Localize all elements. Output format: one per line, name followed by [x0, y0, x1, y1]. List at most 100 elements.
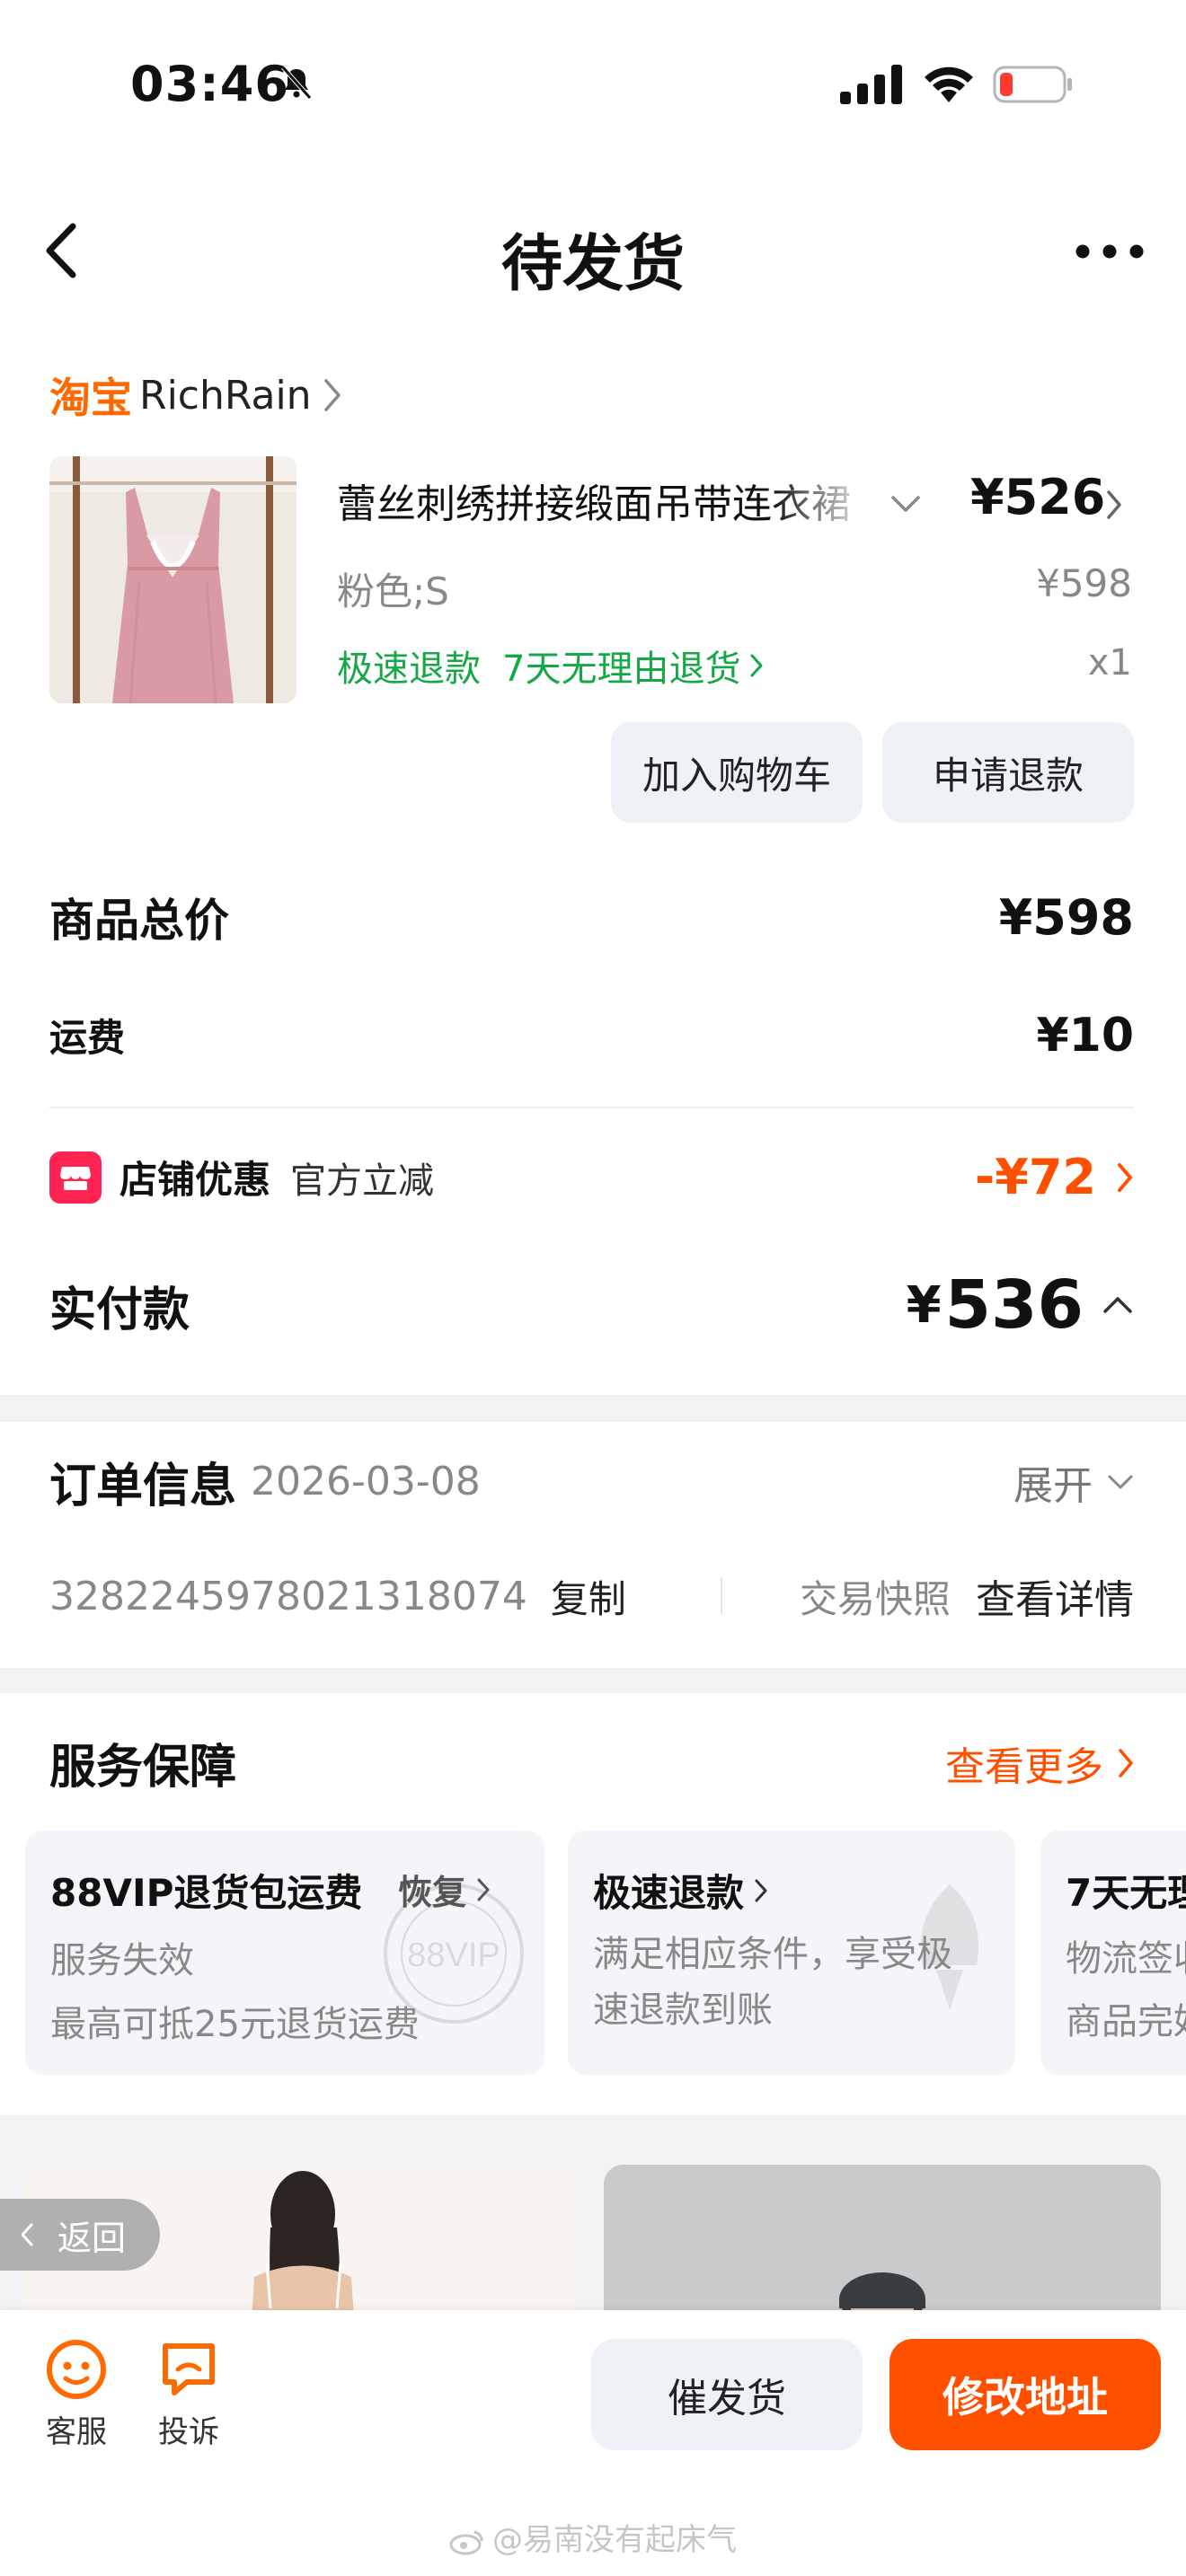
- card-line: 满足相应条件，享受极: [593, 1934, 952, 1975]
- apply-refund-button[interactable]: 申请退款: [882, 722, 1134, 823]
- order-info-header: 订单信息 2026-03-08 展开: [49, 1448, 1134, 1515]
- product-photo: [49, 456, 296, 703]
- chevron-down-icon[interactable]: [890, 494, 922, 514]
- customer-service-button[interactable]: 客服: [31, 2337, 121, 2451]
- section-gap: [0, 1668, 1186, 1693]
- service-title: 服务保障: [49, 1741, 237, 1795]
- card-title: 7天无理: [1066, 1871, 1186, 1915]
- original-price: ¥598: [1036, 561, 1132, 605]
- watermark-text: @易南没有起床气: [492, 2522, 737, 2558]
- view-details-button[interactable]: 查看详情: [976, 1567, 1134, 1625]
- service-card-7day[interactable]: 7天无理 物流签收 商品完好: [1040, 1831, 1186, 2075]
- signal-icon: [840, 65, 902, 104]
- status-time: 03:46: [130, 56, 289, 112]
- chevron-right-icon: [477, 1878, 490, 1901]
- weibo-icon: [449, 2530, 483, 2554]
- customer-service-label: 客服: [46, 2414, 107, 2450]
- copy-button[interactable]: 复制: [551, 1569, 626, 1624]
- paid-row[interactable]: 实付款 ¥ 536: [49, 1266, 1134, 1344]
- card-line: 商品完好: [1066, 2001, 1186, 2042]
- service-card-88vip[interactable]: 88VIP 88VIP退货包运费 恢复 服务失效 最高可抵25元退货运费: [25, 1831, 544, 2075]
- taobao-logo: 淘宝: [49, 374, 132, 422]
- feed-image: [604, 2165, 1161, 2313]
- card-line: 服务失效: [50, 1940, 194, 1981]
- complaint-icon: [163, 2343, 215, 2395]
- feed-item[interactable]: [604, 2165, 1161, 2313]
- service-header: 服务保障 查看更多: [49, 1729, 1134, 1796]
- floating-back-button[interactable]: 返回: [0, 2199, 160, 2271]
- official-discount-label: 官方立减: [290, 1160, 435, 1202]
- card-title: 88VIP退货包运费: [50, 1871, 363, 1915]
- expand-button[interactable]: 展开: [1013, 1453, 1134, 1511]
- view-more-label: 查看更多: [945, 1743, 1103, 1790]
- chevron-right-icon[interactable]: [1105, 489, 1123, 521]
- card-line: 速退款到账: [593, 1989, 773, 2031]
- add-to-cart-button[interactable]: 加入购物车: [611, 722, 863, 823]
- nav-bar: 待发货: [0, 198, 1186, 314]
- store-icon: [49, 1151, 102, 1204]
- service-tags[interactable]: 极速退款 7天无理由退货: [337, 640, 764, 692]
- product-variant: 粉色;S: [337, 569, 449, 613]
- view-more-button[interactable]: 查看更多: [945, 1734, 1134, 1792]
- expand-label: 展开: [1013, 1462, 1093, 1509]
- recommendation-feed: [0, 2115, 1186, 2313]
- chevron-up-icon[interactable]: [1102, 1295, 1134, 1315]
- shop-name: RichRain: [139, 372, 312, 419]
- chevron-left-icon: [21, 2223, 33, 2246]
- card-line: 物流签收: [1066, 1938, 1186, 1980]
- paid-currency: ¥: [906, 1275, 942, 1335]
- chevron-right-icon: [750, 654, 763, 677]
- discount-value: -¥72: [974, 1149, 1096, 1205]
- product-price: ¥526: [970, 469, 1106, 525]
- restore-button[interactable]: 恢复: [398, 1865, 490, 1914]
- tag-fast-refund: 极速退款: [337, 648, 481, 690]
- snapshot-label[interactable]: 交易快照: [800, 1569, 951, 1624]
- card-title: 极速退款: [593, 1863, 767, 1918]
- chevron-right-icon: [323, 379, 341, 411]
- paid-label: 实付款: [49, 1283, 190, 1337]
- product-image[interactable]: [49, 456, 296, 703]
- watermark: @易南没有起床气: [0, 2515, 1186, 2559]
- chevron-down-icon: [1108, 1475, 1133, 1488]
- goods-total-label: 商品总价: [49, 895, 229, 947]
- paid-amount: 536: [944, 1266, 1084, 1344]
- title-fade: [773, 472, 872, 525]
- urge-shipment-button[interactable]: 催发货: [591, 2339, 863, 2450]
- chevron-right-icon: [1118, 1162, 1132, 1192]
- card-title-text: 极速退款: [593, 1871, 745, 1915]
- order-date: 2026-03-08: [251, 1459, 481, 1504]
- page-title: 待发货: [500, 229, 685, 300]
- goods-total-row: 商品总价 ¥598: [49, 885, 1134, 949]
- bell-muted-icon: [281, 66, 312, 100]
- divider: [720, 1578, 722, 1614]
- service-card-fast-refund[interactable]: 极速退款 满足相应条件，享受极 速退款到账: [568, 1831, 1015, 2075]
- chevron-right-icon: [1119, 1748, 1133, 1778]
- order-info-title: 订单信息: [49, 1460, 237, 1513]
- shipping-label: 运费: [49, 1016, 126, 1060]
- shipping-row: 运费 ¥10: [49, 1008, 1134, 1063]
- card-line: 最高可抵25元退货运费: [50, 2004, 420, 2045]
- product-quantity: x1: [1087, 642, 1132, 684]
- tag-7day-return: 7天无理由退货: [502, 648, 741, 690]
- divider: [49, 1107, 1134, 1108]
- wifi-icon: [925, 66, 973, 102]
- complaint-label: 投诉: [158, 2414, 219, 2450]
- customer-service-icon: [47, 2340, 106, 2399]
- stamp-text: 88VIP: [407, 1936, 500, 1974]
- shipping-value: ¥10: [1036, 1008, 1134, 1063]
- more-icon[interactable]: [1074, 241, 1146, 262]
- goods-total-value: ¥598: [998, 888, 1134, 946]
- store-discount-label: 店铺优惠: [119, 1158, 271, 1202]
- order-number: 3282245978021318074: [49, 1573, 527, 1619]
- order-number-row: 3282245978021318074 复制 交易快照 查看详情: [49, 1567, 1134, 1625]
- restore-label: 恢复: [398, 1873, 467, 1912]
- modify-address-button[interactable]: 修改地址: [890, 2339, 1161, 2450]
- complaint-button[interactable]: 投诉: [144, 2337, 234, 2451]
- section-gap: [0, 1395, 1186, 1422]
- product-card[interactable]: 蕾丝刺绣拼接缎面吊带连衣裙 ¥526 粉色;S ¥598 极速退款 7天无理由退…: [0, 449, 1186, 826]
- chevron-right-icon: [755, 1879, 767, 1901]
- battery-icon: [993, 66, 1072, 103]
- status-bar: 03:46: [0, 0, 1186, 171]
- shop-link[interactable]: 淘宝 RichRain: [49, 364, 342, 427]
- store-discount-row[interactable]: 店铺优惠 官方立减 -¥72: [49, 1149, 1134, 1205]
